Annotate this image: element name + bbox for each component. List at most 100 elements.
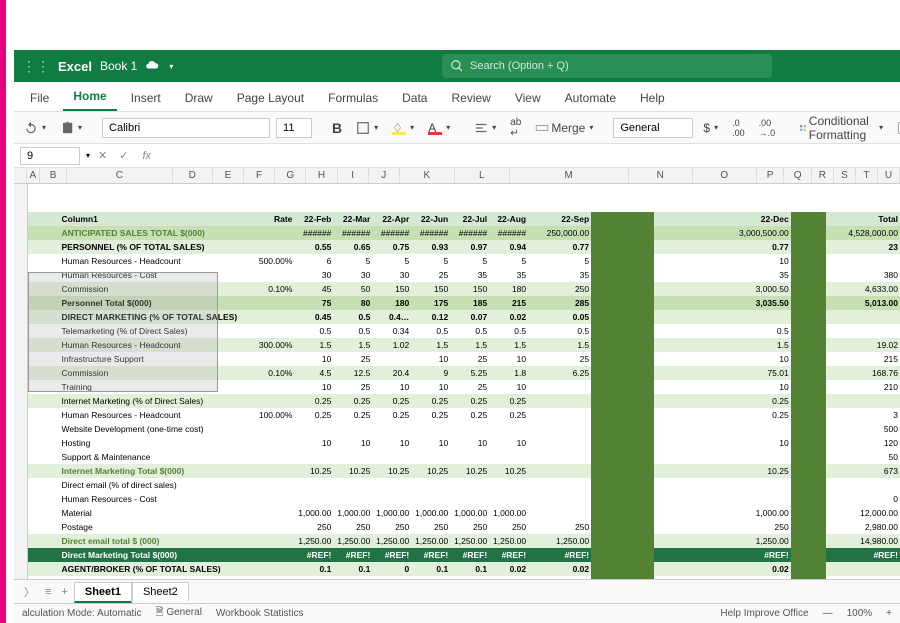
- table-row[interactable]: Internet Marketing (% of Direct Sales)0.…: [28, 394, 900, 408]
- col-header-K[interactable]: K: [400, 168, 455, 183]
- confirm-icon[interactable]: ✓: [115, 149, 132, 162]
- table-row[interactable]: Personnel Total $(000)758018017518521528…: [28, 296, 900, 310]
- table-row[interactable]: AGENT/BROKER (% OF TOTAL SALES)0.10.100.…: [28, 562, 900, 576]
- col-header-U[interactable]: U: [878, 168, 900, 183]
- menu-automate[interactable]: Automate: [555, 85, 626, 111]
- table-row[interactable]: Support & Maintenance50: [28, 450, 900, 464]
- menu-formulas[interactable]: Formulas: [318, 85, 388, 111]
- menu-page-layout[interactable]: Page Layout: [227, 85, 314, 111]
- col-header-I[interactable]: I: [338, 168, 369, 183]
- help-improve-label[interactable]: Help Improve Office: [720, 608, 808, 619]
- menu-home[interactable]: Home: [63, 83, 116, 111]
- caret-down-icon[interactable]: ▾: [169, 62, 173, 71]
- table-row[interactable]: Direct email total $ (000)1,250.001,250.…: [28, 534, 900, 548]
- table-row[interactable]: Direct Marketing Total $(000)#REF!#REF!#…: [28, 548, 900, 562]
- table-row[interactable]: ANTICIPATED SALES TOTAL $(000)##########…: [28, 226, 900, 240]
- col-header-G[interactable]: G: [275, 168, 306, 183]
- table-row[interactable]: Commission0.10%4.512.520.495.251.86.2575…: [28, 366, 900, 380]
- table-row[interactable]: Human Resources - Cost0: [28, 492, 900, 506]
- menu-file[interactable]: File: [20, 85, 59, 111]
- menu-review[interactable]: Review: [441, 85, 500, 111]
- increase-decimal-button[interactable]: .00→.0: [755, 116, 780, 140]
- search-input[interactable]: Search (Option + Q): [442, 54, 772, 78]
- table-row[interactable]: Training10251010251010210: [28, 380, 900, 394]
- name-box[interactable]: [20, 147, 80, 165]
- table-row[interactable]: Commission0.10%45501501501501802503,000.…: [28, 282, 900, 296]
- column-headers[interactable]: ABCDEFGHIJKLMNOPQRSTU: [14, 168, 900, 184]
- table-row[interactable]: PERSONNEL (% OF TOTAL SALES)0.550.650.75…: [28, 240, 900, 254]
- zoom-in-button[interactable]: +: [886, 608, 892, 619]
- table-row[interactable]: Infrastructure Support10251025102510215: [28, 352, 900, 366]
- row-headers[interactable]: [14, 184, 28, 579]
- share-button[interactable]: [882, 99, 894, 111]
- menu-help[interactable]: Help: [630, 85, 675, 111]
- table-row[interactable]: DIRECT MARKETING (% OF TOTAL SALES)0.450…: [28, 310, 900, 324]
- table-row[interactable]: Direct email (% of direct sales): [28, 478, 900, 492]
- table-row[interactable]: Human Resources - Cost303030253535353538…: [28, 268, 900, 282]
- number-format-select[interactable]: [613, 118, 693, 138]
- bold-button[interactable]: B: [328, 118, 346, 138]
- fill-color-button[interactable]: ♢▾: [388, 119, 418, 137]
- menu-view[interactable]: View: [505, 85, 551, 111]
- paste-button[interactable]: ▾: [56, 119, 86, 137]
- cell-styles-button[interactable]: ▾: [893, 119, 900, 137]
- col-header-E[interactable]: E: [213, 168, 244, 183]
- undo-button[interactable]: ▾: [20, 119, 50, 137]
- table-row[interactable]: Website Development (one-time cost)500: [28, 422, 900, 436]
- col-header-S[interactable]: S: [834, 168, 856, 183]
- col-header-O[interactable]: O: [693, 168, 757, 183]
- col-header-D[interactable]: D: [173, 168, 213, 183]
- zoom-level[interactable]: 100%: [847, 608, 873, 619]
- table-row[interactable]: Human Resources - Headcount100.00%0.250.…: [28, 408, 900, 422]
- col-header-B[interactable]: B: [40, 168, 68, 183]
- col-header-L[interactable]: L: [455, 168, 510, 183]
- percent-button[interactable]: .0.00: [728, 116, 749, 140]
- spreadsheet-grid[interactable]: Column1Rate22-Feb22-Mar22-Apr22-Jun22-Ju…: [28, 184, 900, 579]
- table-row[interactable]: Communication5050505050505050600: [28, 576, 900, 579]
- col-header-J[interactable]: J: [369, 168, 400, 183]
- table-row[interactable]: Hosting10101010101010120: [28, 436, 900, 450]
- font-color-button[interactable]: A▾: [424, 119, 454, 137]
- currency-button[interactable]: $▾: [699, 119, 722, 137]
- border-button[interactable]: ▾: [352, 119, 382, 137]
- fx-icon[interactable]: fx: [136, 150, 157, 162]
- wrap-text-button[interactable]: ab↵: [506, 115, 525, 141]
- tab-sheet2[interactable]: Sheet2: [132, 582, 189, 601]
- col-header-F[interactable]: F: [244, 168, 275, 183]
- merge-button[interactable]: Merge▾: [531, 119, 597, 137]
- col-header-P[interactable]: P: [757, 168, 785, 183]
- align-button[interactable]: ▾: [470, 119, 500, 137]
- tab-menu-icon[interactable]: ≡: [41, 586, 55, 598]
- table-row[interactable]: Human Resources - Headcount500.00%655555…: [28, 254, 900, 268]
- namebox-caret-icon[interactable]: ▾: [86, 151, 90, 160]
- table-row[interactable]: Postage2502502502502502502502502,980.00: [28, 520, 900, 534]
- col-header-M[interactable]: M: [510, 168, 629, 183]
- col-header-R[interactable]: R: [812, 168, 834, 183]
- accessibility-label[interactable]: 🗎 General: [156, 605, 202, 622]
- font-select[interactable]: [102, 118, 270, 138]
- col-header-T[interactable]: T: [856, 168, 878, 183]
- menu-data[interactable]: Data: [392, 85, 437, 111]
- doc-name[interactable]: Book 1: [100, 59, 137, 73]
- formula-input[interactable]: [161, 150, 894, 162]
- menu-insert[interactable]: Insert: [121, 85, 171, 111]
- workbook-stats-label[interactable]: Workbook Statistics: [216, 608, 304, 619]
- table-row[interactable]: Human Resources - Headcount300.00%1.51.5…: [28, 338, 900, 352]
- tab-nav-prev-icon[interactable]: 〉: [20, 584, 39, 600]
- zoom-out-button[interactable]: —: [823, 608, 833, 619]
- font-size-select[interactable]: [276, 118, 312, 138]
- table-row[interactable]: Material1,000.001,000.001,000.001,000.00…: [28, 506, 900, 520]
- table-row[interactable]: Internet Marketing Total $(000)10.2510.2…: [28, 464, 900, 478]
- col-header-H[interactable]: H: [306, 168, 337, 183]
- cancel-icon[interactable]: ✕: [94, 149, 111, 162]
- table-row[interactable]: Telemarketing (% of Direct Sales)0.50.50…: [28, 324, 900, 338]
- tab-add-icon[interactable]: +: [57, 586, 71, 598]
- col-header-A[interactable]: A: [27, 168, 40, 183]
- col-header-C[interactable]: C: [67, 168, 172, 183]
- col-header-Q[interactable]: Q: [784, 168, 812, 183]
- table-row[interactable]: Column1Rate22-Feb22-Mar22-Apr22-Jun22-Ju…: [28, 212, 900, 226]
- tab-sheet1[interactable]: Sheet1: [74, 582, 132, 603]
- col-header-N[interactable]: N: [629, 168, 693, 183]
- conditional-formatting-button[interactable]: Conditional Formatting▾: [795, 112, 887, 144]
- menu-draw[interactable]: Draw: [175, 85, 223, 111]
